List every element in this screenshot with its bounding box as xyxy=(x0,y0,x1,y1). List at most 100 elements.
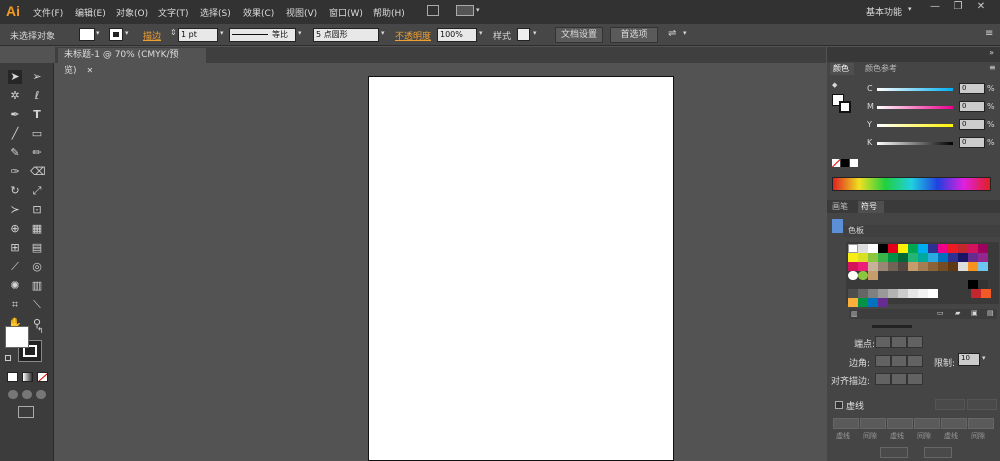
swatch[interactable] xyxy=(918,262,928,271)
swatch[interactable] xyxy=(858,262,868,271)
swatch[interactable] xyxy=(848,253,858,262)
draw-behind-icon[interactable] xyxy=(22,390,32,399)
align-inside-icon[interactable] xyxy=(891,373,907,385)
chevron-down-icon[interactable]: ▾ xyxy=(381,29,385,37)
swatch[interactable] xyxy=(898,289,908,298)
butt-cap-icon[interactable] xyxy=(875,336,891,348)
variable-width-profile[interactable]: 等比 xyxy=(229,28,296,42)
chevron-down-icon[interactable]: ▾ xyxy=(220,29,224,37)
brush-definition[interactable]: 5 点圆形 xyxy=(313,28,379,42)
chevron-down-icon[interactable]: ▾ xyxy=(298,29,302,37)
swatch[interactable] xyxy=(888,253,898,262)
bridge-icon[interactable] xyxy=(427,5,439,16)
swatch[interactable] xyxy=(918,289,928,298)
menu-effect[interactable]: 效果(C) xyxy=(243,6,274,19)
chevron-down-icon[interactable]: ▾ xyxy=(982,354,986,362)
swatch[interactable] xyxy=(858,244,868,253)
magic-wand-icon[interactable]: ✲ xyxy=(8,89,22,103)
tab-symbols[interactable]: 符号 xyxy=(858,201,884,213)
graphic-style-swatch[interactable] xyxy=(517,28,530,41)
swatch[interactable] xyxy=(898,244,908,253)
swatch[interactable] xyxy=(858,298,868,307)
swatch[interactable] xyxy=(938,244,948,253)
tab-brushes[interactable]: 画笔 xyxy=(832,201,854,213)
dash-field-1[interactable] xyxy=(833,418,859,429)
black-slider[interactable] xyxy=(877,142,953,145)
swatch[interactable] xyxy=(978,262,988,271)
default-colors-icon[interactable] xyxy=(5,355,11,361)
swatch[interactable] xyxy=(908,244,918,253)
stroke-weight-field[interactable]: 1 pt xyxy=(178,28,218,42)
panel-resize-grip[interactable] xyxy=(872,325,912,328)
rectangle-tool-icon[interactable]: ▭ xyxy=(30,127,44,141)
align-outside-icon[interactable] xyxy=(907,373,923,385)
swatch[interactable] xyxy=(868,244,878,253)
line-tool-icon[interactable]: ╱ xyxy=(8,127,22,141)
free-transform-icon[interactable]: ⊡ xyxy=(30,203,44,217)
pencil-icon[interactable]: ✏ xyxy=(30,146,44,160)
chevron-down-icon[interactable]: ▾ xyxy=(125,29,129,37)
panel-collapse-bar[interactable]: » xyxy=(827,47,1000,62)
draw-inside-icon[interactable] xyxy=(36,390,46,399)
round-cap-icon[interactable] xyxy=(891,336,907,348)
opacity-field[interactable]: 100% xyxy=(437,28,477,42)
cyan-slider[interactable] xyxy=(877,88,953,91)
dash-preserve-icon[interactable] xyxy=(935,399,965,410)
swatch[interactable] xyxy=(868,298,878,307)
black-swatch[interactable] xyxy=(841,159,849,167)
lasso-icon[interactable]: ℓ xyxy=(30,89,44,103)
gradient-tool-icon[interactable]: ▤ xyxy=(30,241,44,255)
swatch[interactable] xyxy=(918,253,928,262)
selection-tool-icon[interactable]: ➤ xyxy=(8,70,22,84)
swatch[interactable] xyxy=(888,262,898,271)
new-swatch-icon[interactable]: ▣ xyxy=(971,309,978,317)
menu-object[interactable]: 对象(O) xyxy=(116,6,148,19)
chevron-down-icon[interactable]: ▾ xyxy=(533,29,537,37)
swatch[interactable] xyxy=(898,262,908,271)
close-icon[interactable]: ✕ xyxy=(971,1,991,15)
dash-align-icon[interactable] xyxy=(967,399,997,410)
menu-view[interactable]: 视图(V) xyxy=(286,6,317,19)
artboard[interactable] xyxy=(368,76,674,461)
menu-help[interactable]: 帮助(H) xyxy=(373,6,405,19)
swatch[interactable] xyxy=(878,253,888,262)
swatch[interactable] xyxy=(888,289,898,298)
chevron-down-icon[interactable]: ▾ xyxy=(683,29,687,37)
shape-builder-icon[interactable]: ⊕ xyxy=(8,222,22,236)
draw-normal-icon[interactable] xyxy=(8,390,18,399)
document-setup-button[interactable]: 文档设置 xyxy=(555,27,603,43)
minimize-icon[interactable]: — xyxy=(925,1,945,15)
swatch[interactable] xyxy=(918,244,928,253)
paintbrush-icon[interactable]: ✎ xyxy=(8,146,22,160)
fill-color-box[interactable] xyxy=(5,326,29,348)
swatch[interactable] xyxy=(868,271,878,280)
panel-menu-icon[interactable]: ≡ xyxy=(985,28,993,39)
folder-icon[interactable]: ▰ xyxy=(955,309,960,317)
dashed-checkbox[interactable] xyxy=(835,401,843,409)
swatch[interactable] xyxy=(888,244,898,253)
screen-mode-icon[interactable] xyxy=(18,406,34,418)
swap-colors-icon[interactable]: ↰ xyxy=(37,326,44,335)
swatch[interactable] xyxy=(948,244,958,253)
swatch[interactable] xyxy=(958,262,968,271)
swatch[interactable] xyxy=(908,253,918,262)
width-tool-icon[interactable]: ≻ xyxy=(8,203,22,217)
color-mode-icon[interactable] xyxy=(7,372,18,382)
dash-field-3[interactable] xyxy=(941,418,967,429)
gap-field-1[interactable] xyxy=(860,418,886,429)
gap-field-2[interactable] xyxy=(914,418,940,429)
swatch[interactable] xyxy=(848,298,858,307)
swatch[interactable] xyxy=(978,253,988,262)
arrowhead-end-select[interactable] xyxy=(924,447,952,458)
swatch[interactable] xyxy=(968,244,978,253)
swatch[interactable] xyxy=(928,289,938,298)
pen-tool-icon[interactable]: ✒ xyxy=(8,108,22,122)
graph-tool-icon[interactable]: ▥ xyxy=(30,279,44,293)
trash-icon[interactable]: ▤ xyxy=(987,309,994,317)
slice-tool-icon[interactable]: ⟍ xyxy=(30,298,44,312)
perspective-grid-icon[interactable]: ▦ xyxy=(30,222,44,236)
swatch[interactable] xyxy=(878,298,888,307)
color-spectrum[interactable] xyxy=(832,177,991,191)
swatch[interactable] xyxy=(968,262,978,271)
swatch[interactable] xyxy=(858,271,868,280)
